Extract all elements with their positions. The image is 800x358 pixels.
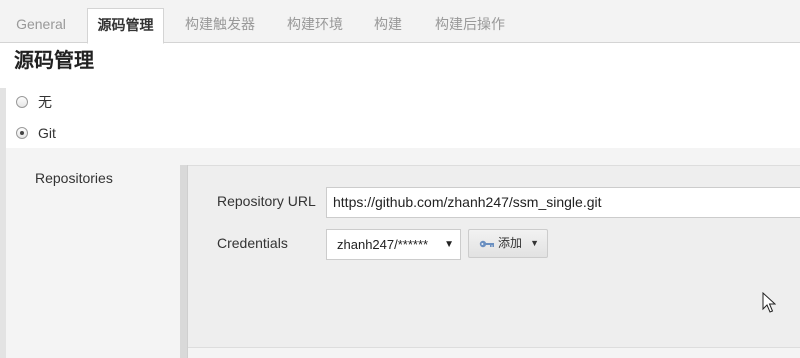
credentials-selected-value: zhanh247/****** xyxy=(337,237,429,252)
tab-build[interactable]: 构建 xyxy=(362,8,414,43)
section-title: 源码管理 xyxy=(14,50,94,72)
repository-url-label: Repository URL xyxy=(217,193,316,209)
radio-none[interactable] xyxy=(16,96,28,108)
select-arrow-icon: ▼ xyxy=(444,239,454,250)
radio-git[interactable] xyxy=(16,127,28,139)
mouse-cursor-icon xyxy=(762,292,776,313)
credentials-label: Credentials xyxy=(217,235,288,251)
repositories-label: Repositories xyxy=(35,170,113,186)
key-icon xyxy=(479,240,494,248)
repository-url-input[interactable]: https://github.com/zhanh247/ssm_single.g… xyxy=(326,187,800,218)
radio-none-label: 无 xyxy=(38,94,52,110)
repository-panel-handle xyxy=(180,165,188,358)
credentials-select[interactable]: zhanh247/****** ▼ xyxy=(326,229,461,260)
add-button-label: 添加 xyxy=(498,236,523,250)
tab-build-environment[interactable]: 构建环境 xyxy=(276,8,354,43)
config-tab-bar: General 源码管理 构建触发器 构建环境 构建 构建后操作 xyxy=(0,0,800,44)
add-credentials-button[interactable]: 添加 ▼ xyxy=(468,229,548,258)
tab-post-build-actions[interactable]: 构建后操作 xyxy=(422,8,518,43)
caret-down-icon: ▼ xyxy=(530,238,539,248)
tab-build-triggers[interactable]: 构建触发器 xyxy=(172,8,268,43)
radio-git-label: Git xyxy=(38,125,56,141)
tab-source-code-management[interactable]: 源码管理 xyxy=(87,8,164,44)
tab-general[interactable]: General xyxy=(0,8,82,43)
